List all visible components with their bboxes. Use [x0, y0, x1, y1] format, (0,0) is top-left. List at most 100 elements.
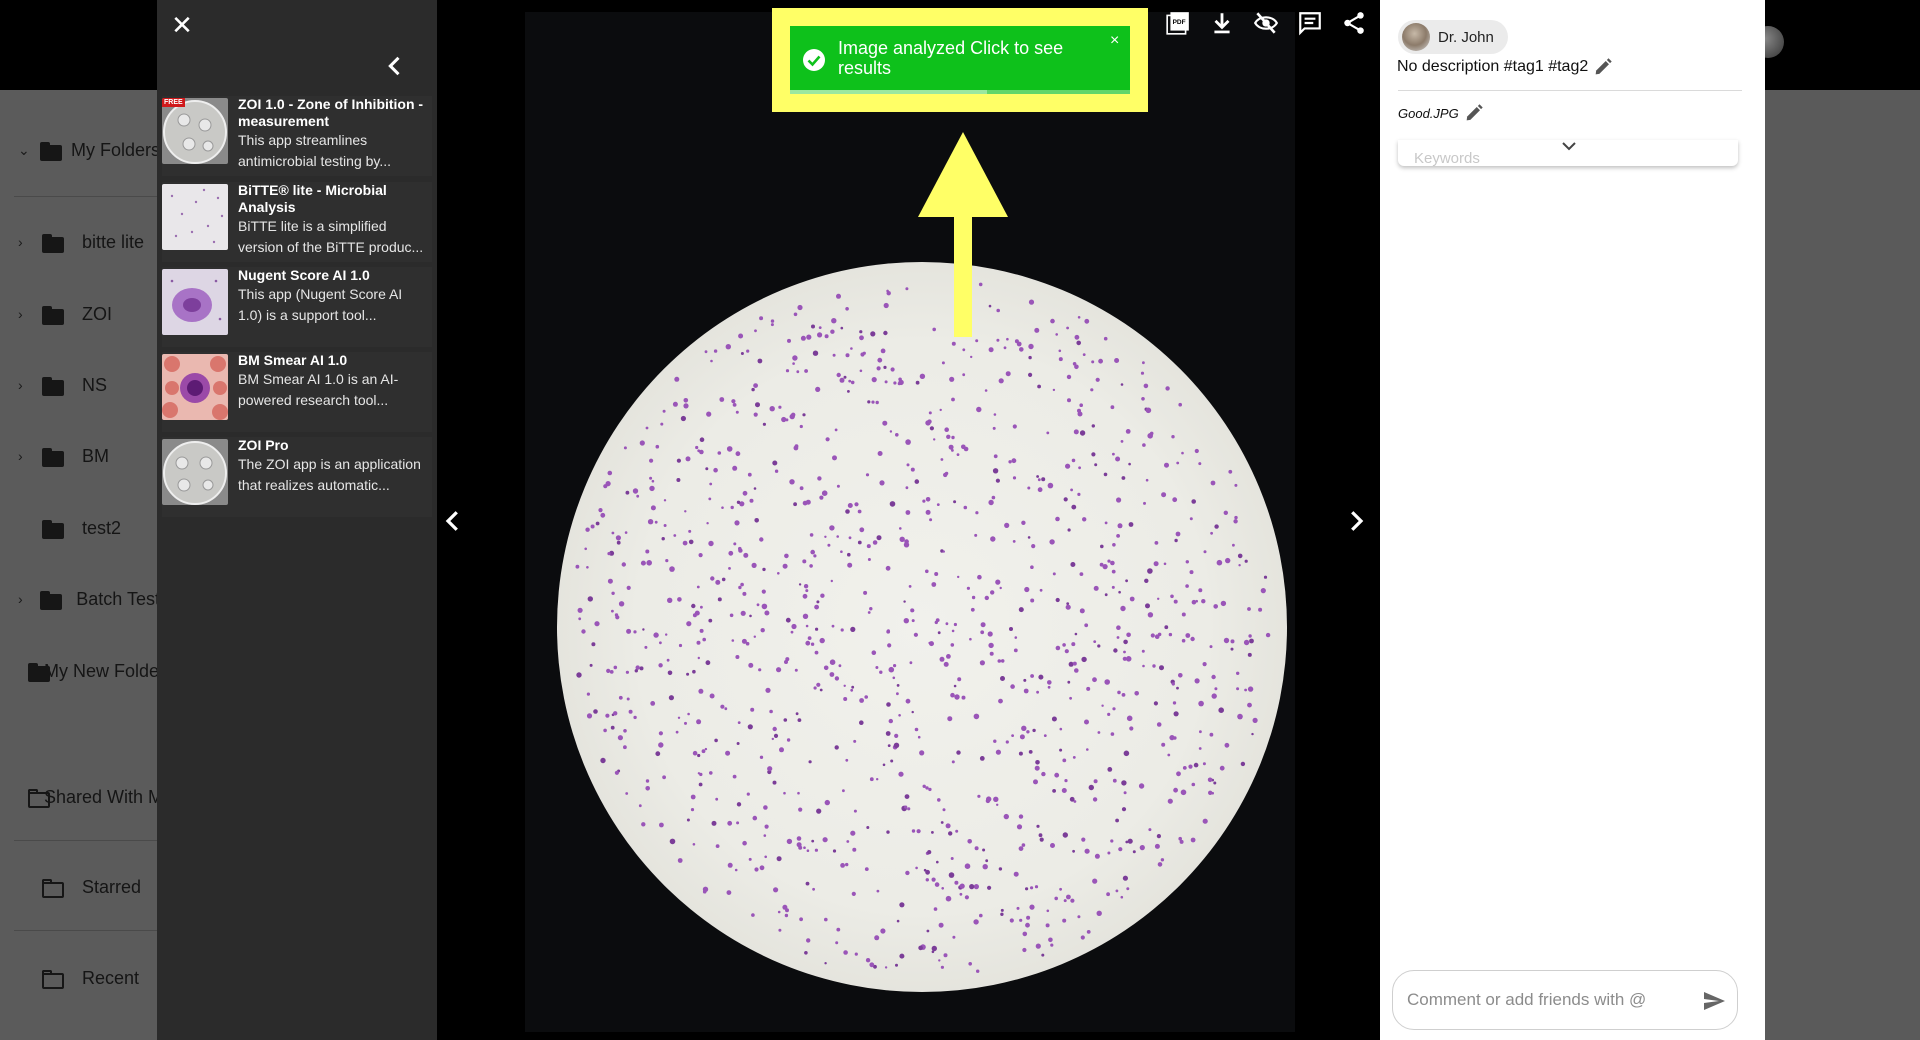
chevron-down-icon[interactable]	[1560, 140, 1578, 154]
recommended-app-item[interactable]: BM Smear AI 1.0 BM Smear AI 1.0 is an AI…	[162, 352, 432, 432]
bacterium	[841, 628, 844, 631]
recommended-app-item[interactable]: Nugent Score AI 1.0 This app (Nugent Sco…	[162, 267, 432, 347]
bacterium	[816, 683, 820, 687]
chevron-down-icon[interactable]: ⌄	[18, 142, 30, 159]
bacterium	[906, 486, 909, 489]
sidebar-item-ns[interactable]: › NS	[0, 365, 160, 405]
recommended-app-item[interactable]: FREE ZOI 1.0 - Zone of Inhibition - meas…	[162, 96, 432, 176]
chevron-right-icon[interactable]: ›	[18, 591, 30, 607]
bacterium	[837, 373, 841, 377]
folder-sidebar: ⌄ My Folders › bitte lite › ZOI › NS › B…	[0, 90, 160, 1040]
bacterium	[819, 326, 822, 329]
close-icon[interactable]: ✕	[167, 10, 197, 40]
bacterium	[851, 686, 854, 689]
sidebar-item-zoi[interactable]: › ZOI	[0, 294, 160, 334]
bacterium	[585, 528, 589, 532]
sidebar-item-my-new-folder[interactable]: My New Folder	[0, 651, 160, 691]
bacterium	[721, 506, 724, 509]
sidebar-item-bm[interactable]: › BM	[0, 436, 160, 476]
share-icon[interactable]	[1341, 10, 1367, 36]
sidebar-item-label: BM	[82, 446, 109, 467]
bacterium	[826, 437, 830, 441]
bacterium	[640, 440, 645, 445]
bacterium	[591, 642, 595, 646]
comment-icon[interactable]	[1297, 10, 1323, 36]
bacterium	[749, 615, 752, 618]
edit-filename-icon[interactable]	[1463, 102, 1485, 124]
bacterium	[1112, 570, 1116, 574]
bacterium	[987, 886, 991, 890]
bacterium	[866, 473, 869, 476]
user-chip[interactable]: Dr. John	[1398, 20, 1508, 54]
bacterium	[954, 694, 959, 699]
bacterium	[771, 323, 774, 326]
bacterium	[1000, 913, 1003, 916]
chevron-right-icon[interactable]: ›	[18, 448, 32, 464]
bacterium	[684, 722, 687, 725]
sidebar-item-shared-with-me[interactable]: Shared With Me	[0, 777, 160, 817]
bacterium	[1117, 691, 1121, 695]
bacterium	[784, 718, 788, 722]
chevron-right-icon[interactable]: ›	[18, 234, 32, 250]
bacterium	[912, 619, 915, 622]
bacterium	[952, 342, 956, 346]
previous-image-icon[interactable]	[438, 506, 468, 536]
bacterium	[1000, 587, 1002, 589]
bacterium	[732, 466, 737, 471]
bacterium	[1142, 361, 1145, 364]
bacterium	[859, 720, 864, 725]
bacterium	[1231, 648, 1234, 651]
bacterium	[798, 718, 802, 722]
hide-icon[interactable]	[1253, 10, 1279, 36]
analysis-toast[interactable]: Image analyzed Click to see results ×	[790, 26, 1130, 94]
bacterium	[1204, 550, 1207, 553]
bacterium	[1117, 636, 1120, 639]
chevron-right-icon[interactable]: ›	[18, 306, 32, 322]
sidebar-item-my-folders[interactable]: ⌄ My Folders	[0, 130, 160, 170]
bacterium	[1248, 634, 1251, 637]
sidebar-item-starred[interactable]: Starred	[0, 867, 160, 907]
bacterium	[1142, 443, 1146, 447]
toast-close-icon[interactable]: ×	[1110, 32, 1119, 50]
download-icon[interactable]	[1209, 10, 1235, 36]
pdf-icon[interactable]: PDF	[1165, 10, 1191, 36]
bacterium	[1094, 779, 1098, 783]
bacterium	[1067, 681, 1070, 684]
sidebar-item-label: Batch Test	[76, 589, 160, 610]
bacterium	[796, 370, 799, 373]
bacterium	[684, 510, 686, 512]
sidebar-item-test2[interactable]: test2	[0, 508, 160, 548]
bacterium	[842, 789, 845, 792]
bacterium	[640, 666, 644, 670]
bacterium	[1031, 544, 1035, 548]
bacterium	[944, 953, 948, 957]
bacterium	[1154, 561, 1159, 566]
chevron-left-icon[interactable]	[381, 52, 409, 80]
bacterium	[754, 413, 758, 417]
bacterium	[1095, 854, 1100, 859]
edit-description-icon[interactable]	[1592, 56, 1614, 78]
bacterium	[1228, 470, 1232, 474]
bacterium	[765, 688, 770, 693]
bacterium	[728, 567, 731, 570]
send-icon[interactable]	[1701, 989, 1727, 1013]
keywords-expander[interactable]: Keywords	[1398, 140, 1738, 166]
bacterium	[979, 914, 983, 918]
bacterium	[874, 935, 879, 940]
bacterium	[1059, 888, 1062, 891]
bacterium	[889, 719, 893, 723]
sidebar-item-bitte-lite[interactable]: › bitte lite	[0, 222, 160, 262]
chevron-right-icon[interactable]: ›	[18, 377, 32, 393]
bacterium	[713, 468, 718, 473]
bacterium	[995, 580, 1000, 585]
bacterium	[906, 510, 911, 515]
bacterium	[824, 918, 828, 922]
sidebar-item-recent[interactable]: Recent	[0, 958, 160, 998]
comment-input[interactable]	[1407, 987, 1677, 1013]
sidebar-item-batch-test[interactable]: › Batch Test	[0, 579, 160, 619]
recommended-app-item[interactable]: ZOI Pro The ZOI app is an application th…	[162, 437, 432, 517]
bacterium	[800, 425, 803, 428]
recommended-app-item[interactable]: BiTTE® lite - Microbial Analysis BiTTE l…	[162, 182, 432, 262]
next-image-icon[interactable]	[1341, 506, 1371, 536]
bacterium	[849, 536, 852, 539]
